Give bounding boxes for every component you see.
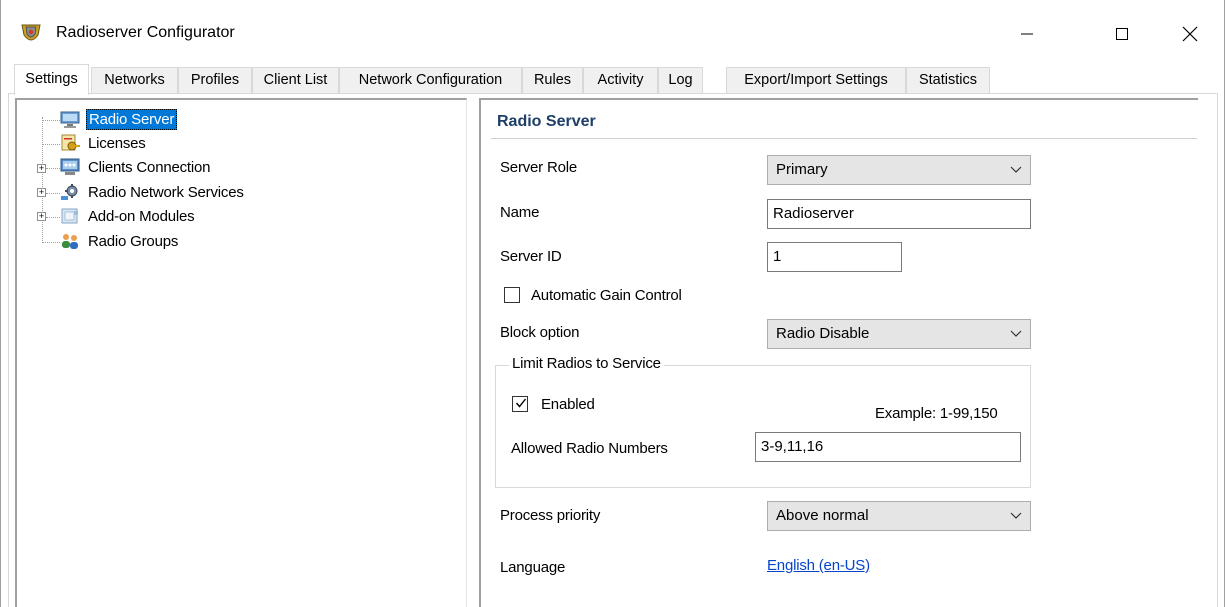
tree-item-label: Clients Connection (88, 158, 211, 176)
tab-statistics[interactable]: Statistics (906, 67, 990, 94)
tree-item-label: Radio Network Services (88, 183, 244, 201)
gear-network-icon (59, 182, 81, 202)
tree-item-label: Radio Groups (88, 232, 179, 250)
name-field[interactable]: Radioserver (767, 199, 1031, 229)
tree-item-licenses[interactable]: Licenses (59, 132, 148, 154)
close-button[interactable] (1167, 14, 1213, 54)
limit-radios-group-title: Limit Radios to Service (509, 355, 664, 372)
language-link[interactable]: English (en-US) (767, 557, 870, 574)
tree-item-label: Add-on Modules (88, 207, 195, 225)
tree-connector (42, 120, 60, 121)
server-role-label: Server Role (500, 159, 577, 176)
maximize-icon (1116, 28, 1128, 40)
allowed-radio-numbers-label: Allowed Radio Numbers (511, 440, 668, 457)
server-role-value: Primary (776, 161, 828, 178)
minimize-button[interactable] (1004, 14, 1050, 54)
process-priority-value: Above normal (776, 507, 869, 524)
block-option-label: Block option (500, 324, 580, 341)
expand-toggle-radio-network-services[interactable]: + (37, 188, 46, 197)
example-hint: Example: 1-99,150 (875, 405, 998, 422)
users-group-icon (59, 231, 81, 251)
tab-strip: Settings Networks Profiles Client List N… (1, 64, 1224, 95)
tree-connector (46, 193, 60, 194)
language-label: Language (500, 559, 566, 576)
chevron-down-icon (1010, 502, 1022, 530)
process-priority-label: Process priority (500, 507, 601, 524)
tab-networks[interactable]: Networks (91, 67, 178, 94)
automatic-gain-control-checkbox[interactable] (504, 287, 520, 303)
tab-profiles[interactable]: Profiles (178, 67, 252, 94)
expand-toggle-clients-connection[interactable]: + (37, 164, 46, 173)
tab-rules[interactable]: Rules (522, 67, 583, 94)
block-option-value: Radio Disable (776, 325, 870, 342)
tab-activity[interactable]: Activity (583, 67, 658, 94)
app-window: Radioserver Configurator Settings Networ… (0, 0, 1225, 607)
enabled-label: Enabled (541, 396, 595, 413)
checkmark-icon (515, 398, 527, 408)
tree-item-radio-groups[interactable]: Radio Groups (59, 230, 180, 252)
section-divider (491, 138, 1197, 139)
tab-network-configuration[interactable]: Network Configuration (339, 67, 522, 94)
process-priority-dropdown[interactable]: Above normal (767, 501, 1031, 531)
tree-item-label: Radio Server (86, 108, 178, 130)
chevron-down-icon (1010, 156, 1022, 184)
radioserver-app-icon (19, 23, 43, 45)
minimize-icon (1021, 33, 1033, 35)
module-icon (59, 206, 81, 226)
tree-item-radio-network-services[interactable]: Radio Network Services (59, 181, 246, 203)
tab-client-list[interactable]: Client List (252, 67, 339, 94)
key-icon (59, 133, 81, 153)
server-monitor-icon (59, 109, 81, 129)
tree-item-label: Licenses (88, 134, 146, 152)
server-role-dropdown[interactable]: Primary (767, 155, 1031, 185)
allowed-radio-numbers-field[interactable]: 3-9,11,16 (755, 432, 1021, 462)
tree-connector (42, 144, 60, 145)
tree-item-clients-connection[interactable]: Clients Connection (59, 156, 212, 178)
tree-item-add-on-modules[interactable]: Add-on Modules (59, 205, 196, 227)
server-id-field[interactable]: 1 (767, 242, 902, 272)
window-title: Radioserver Configurator (56, 24, 235, 41)
automatic-gain-control-label: Automatic Gain Control (531, 287, 682, 304)
tree-connector (42, 242, 60, 243)
section-title: Radio Server (497, 113, 596, 130)
block-option-dropdown[interactable]: Radio Disable (767, 319, 1031, 349)
tab-export-import-settings[interactable]: Export/Import Settings (726, 67, 906, 94)
tree-connector (46, 217, 60, 218)
expand-toggle-add-on-modules[interactable]: + (37, 212, 46, 221)
maximize-button[interactable] (1099, 14, 1145, 54)
tab-log[interactable]: Log (658, 67, 703, 94)
tree-connector (42, 117, 43, 243)
enabled-checkbox[interactable] (512, 396, 528, 412)
close-icon (1182, 26, 1198, 42)
name-label: Name (500, 204, 540, 221)
title-bar: Radioserver Configurator (1, 0, 1224, 64)
chevron-down-icon (1010, 320, 1022, 348)
network-monitor-icon (59, 157, 81, 177)
tree-connector (46, 168, 60, 169)
tab-settings[interactable]: Settings (14, 64, 89, 95)
limit-radios-groupbox (495, 365, 1031, 488)
tree-item-radio-server[interactable]: Radio Server (59, 108, 178, 130)
server-id-label: Server ID (500, 248, 562, 265)
